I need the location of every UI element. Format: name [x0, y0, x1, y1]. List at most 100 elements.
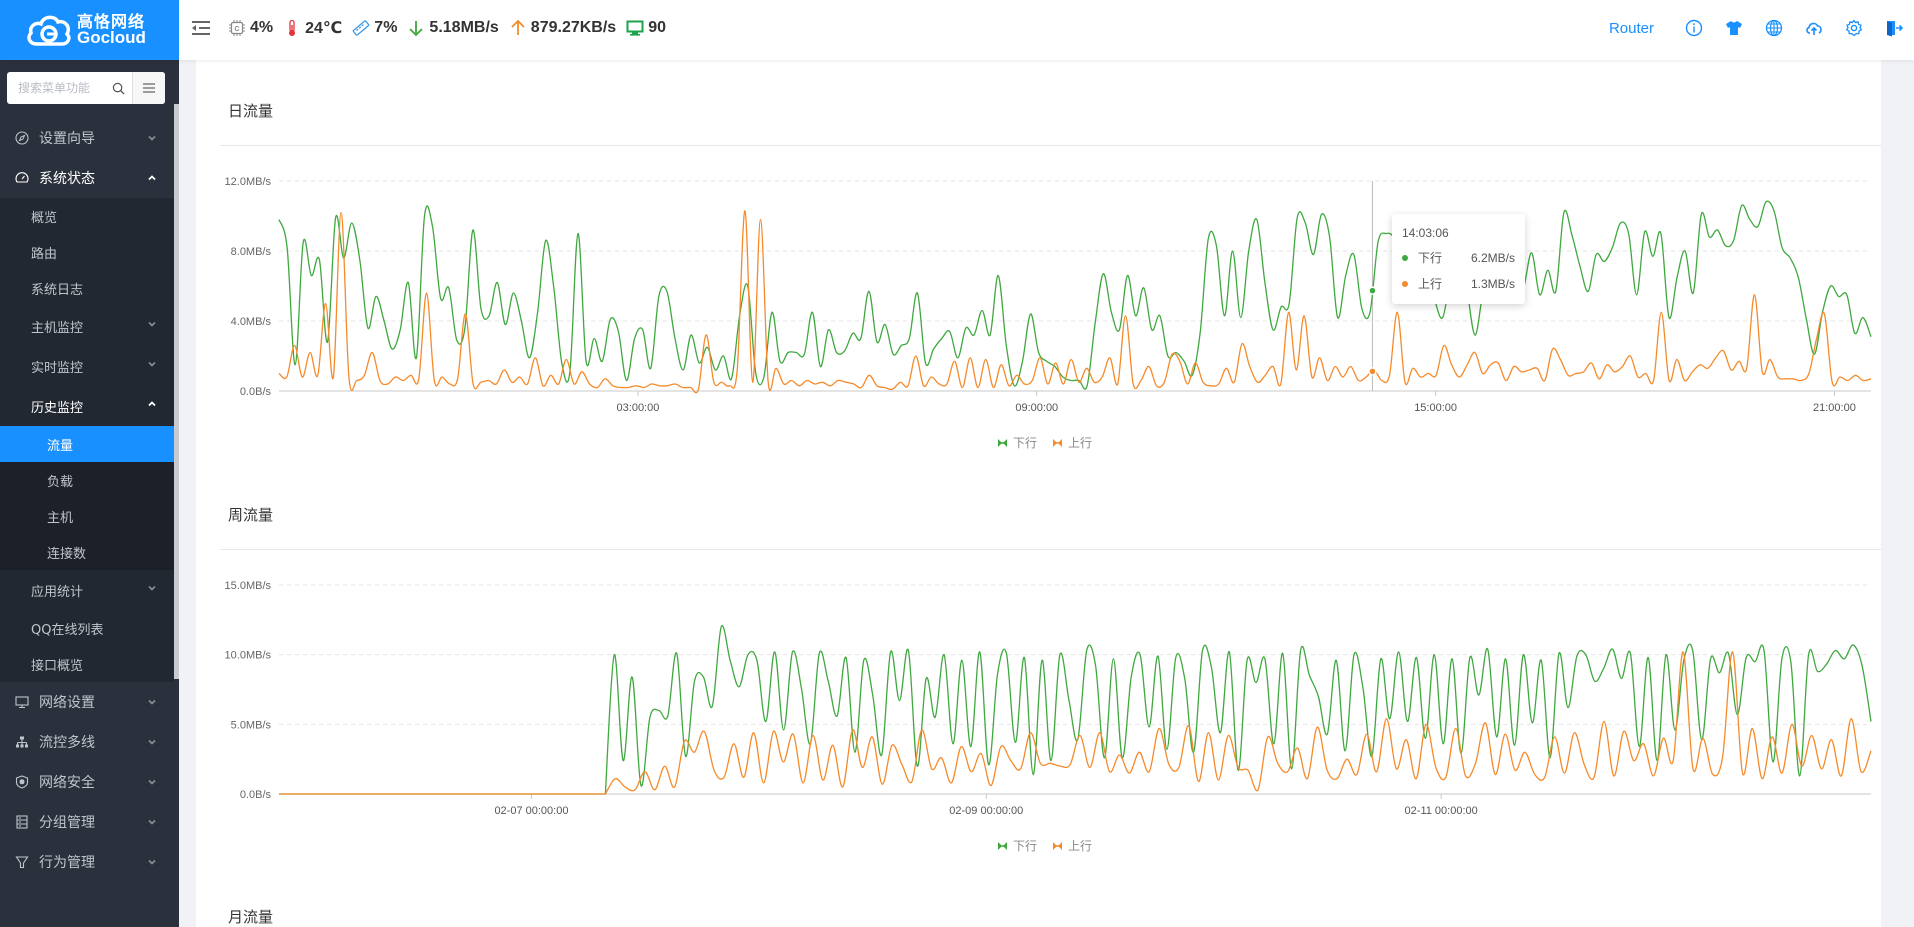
menu-list-toggle-button[interactable]	[132, 72, 165, 104]
sidebar-item-label: 应用统计	[31, 584, 84, 600]
sidebar-item-realtime-monitor[interactable]: 实时监控	[0, 346, 175, 386]
filter-funnel-icon	[15, 856, 29, 869]
hover-point	[1368, 367, 1377, 376]
sidebar-item-host-monitor[interactable]: 主机监控	[0, 306, 175, 346]
tooltip-series-value: 1.3MB/s	[1470, 276, 1515, 291]
tooltip-series-value: 6.2MB/s	[1470, 250, 1515, 265]
online-hosts-count: 90	[648, 19, 666, 36]
series-line-upload	[278, 210, 1872, 394]
thermometer-icon	[289, 19, 296, 36]
legend-label: 下行	[1013, 436, 1037, 450]
upgrade-button[interactable]	[1794, 19, 1834, 37]
menu-search-input[interactable]: 搜索菜单功能	[7, 72, 112, 104]
x-tick-label: 21:00:00	[1813, 402, 1856, 414]
sidebar-item-setup-wizard[interactable]: 设置向导	[0, 118, 175, 158]
sidebar-item-group-management[interactable]: 分组管理	[0, 802, 175, 842]
language-button[interactable]	[1754, 19, 1794, 37]
compass-icon	[15, 131, 29, 145]
sidebar-collapse-button[interactable]	[190, 17, 212, 39]
group-list-icon	[16, 815, 28, 829]
y-tick-label: 8.0MB/s	[231, 246, 272, 258]
sidebar-item-label: QQ在线列表	[31, 622, 104, 638]
sidebar-item-history-monitor[interactable]: 历史监控	[0, 386, 175, 426]
sidebar-item-label: 连接数	[47, 546, 87, 562]
sidebar-item-label: 系统日志	[31, 282, 84, 298]
chevron-down-icon	[148, 779, 156, 785]
sidebar-item-connections[interactable]: 连接数	[0, 534, 175, 570]
tooltip-time: 14:03:06	[1402, 226, 1449, 240]
sidebar-item-routing[interactable]: 路由	[0, 234, 175, 270]
chart-tooltip: 14:03:06 下行 6.2MB/s 上行 1.3MB/s	[1392, 214, 1525, 304]
arrow-down-icon	[409, 21, 424, 37]
temperature-value: 24℃	[305, 20, 343, 37]
sidebar-item-label: 流控多线	[39, 735, 95, 751]
cpu-usage-value: 4%	[250, 19, 274, 36]
dashboard-icon	[15, 172, 29, 183]
tooltip-row-download: 下行 6.2MB/s	[1402, 249, 1515, 266]
sidebar-item-label: 主机监控	[31, 320, 84, 336]
sidebar-item-interface-overview[interactable]: 接口概览	[0, 646, 175, 682]
weekly-traffic-chart[interactable]: 0.0B/s 5.0MB/s 10.0MB/s 15.0MB/s 02-07 00:00…	[196, 565, 1886, 865]
chevron-down-icon	[148, 361, 156, 367]
settings-button[interactable]	[1834, 19, 1874, 37]
monthly-traffic-title: 月流量	[228, 908, 274, 926]
network-topology-icon	[16, 736, 28, 748]
chevron-up-icon	[148, 401, 156, 407]
brand-logo[interactable]: 高恪网络 Gocloud	[0, 0, 179, 60]
chevron-down-icon	[148, 739, 156, 745]
y-tick-label: 4.0MB/s	[231, 316, 272, 328]
tooltip-series-name: 下行	[1418, 251, 1443, 265]
page-scroll-track[interactable]	[1897, 60, 1914, 927]
brand-name-en: Gocloud	[77, 28, 146, 47]
sidebar-item-host[interactable]: 主机	[0, 498, 175, 534]
router-name-link[interactable]: Router	[1609, 20, 1654, 37]
sidebar-item-label: 网络设置	[39, 695, 95, 711]
sidebar-item-label: 接口概览	[31, 658, 84, 674]
chevron-down-icon	[148, 819, 156, 825]
sidebar-item-qq-online[interactable]: QQ在线列表	[0, 610, 175, 646]
chevron-down-icon	[148, 699, 156, 705]
theme-shirt-icon	[1726, 21, 1742, 35]
series-dot	[1402, 280, 1408, 287]
series-line-download	[279, 624, 1872, 795]
shield-icon	[15, 775, 29, 789]
sidebar-item-label: 设置向导	[39, 131, 95, 147]
sidebar-item-behavior-management[interactable]: 行为管理	[0, 842, 175, 882]
download-stat: 5.18MB/s	[407, 19, 499, 37]
tooltip-series-name: 上行	[1418, 277, 1443, 291]
daily-traffic-chart[interactable]: 0.0B/s 4.0MB/s 8.0MB/s 12.0MB/s 03:00:00 09:0…	[196, 160, 1886, 460]
sidebar-item-network-security[interactable]: 网络安全	[0, 762, 175, 802]
memory-usage-value: 7%	[374, 19, 398, 36]
section-divider	[220, 549, 1881, 550]
menu-fold-icon	[192, 21, 210, 35]
hover-point	[1368, 286, 1377, 295]
sidebar-item-label: 历史监控	[31, 400, 84, 416]
legend-item-upload: 上行	[1053, 839, 1092, 853]
sidebar-item-label: 分组管理	[39, 815, 95, 831]
info-button[interactable]	[1674, 19, 1714, 37]
temperature-stat: 24℃	[283, 18, 342, 38]
legend-label: 下行	[1013, 839, 1037, 853]
theme-button[interactable]	[1714, 19, 1754, 37]
menu-search-box: 搜索菜单功能	[7, 72, 165, 104]
memory-ram-icon	[352, 20, 370, 36]
sidebar-item-app-stats[interactable]: 应用统计	[0, 570, 175, 610]
sidebar-item-network-settings[interactable]: 网络设置	[0, 682, 175, 722]
upload-stat: 879.27KB/s	[509, 19, 616, 37]
upload-speed-value: 879.27KB/s	[530, 19, 617, 36]
cloud-upload-icon	[1806, 22, 1822, 35]
sidebar-item-label: 负载	[47, 474, 74, 490]
sidebar-item-flow-control[interactable]: 流控多线	[0, 722, 175, 762]
sidebar-item-label: 网络安全	[39, 775, 95, 791]
settings-gear-icon	[1845, 19, 1863, 37]
sidebar-item-traffic[interactable]: 流量	[0, 426, 175, 462]
sidebar-item-system-status[interactable]: 系统状态	[0, 158, 175, 198]
sidebar-item-load[interactable]: 负载	[0, 462, 175, 498]
hosts-stat: 90	[626, 19, 666, 37]
hamburger-menu-icon	[143, 83, 155, 93]
logout-button[interactable]	[1874, 19, 1914, 37]
sidebar-item-overview[interactable]: 概览	[0, 198, 175, 234]
search-button[interactable]	[112, 72, 132, 104]
sidebar-item-system-log[interactable]: 系统日志	[0, 270, 175, 306]
monitor-icon	[15, 696, 29, 709]
